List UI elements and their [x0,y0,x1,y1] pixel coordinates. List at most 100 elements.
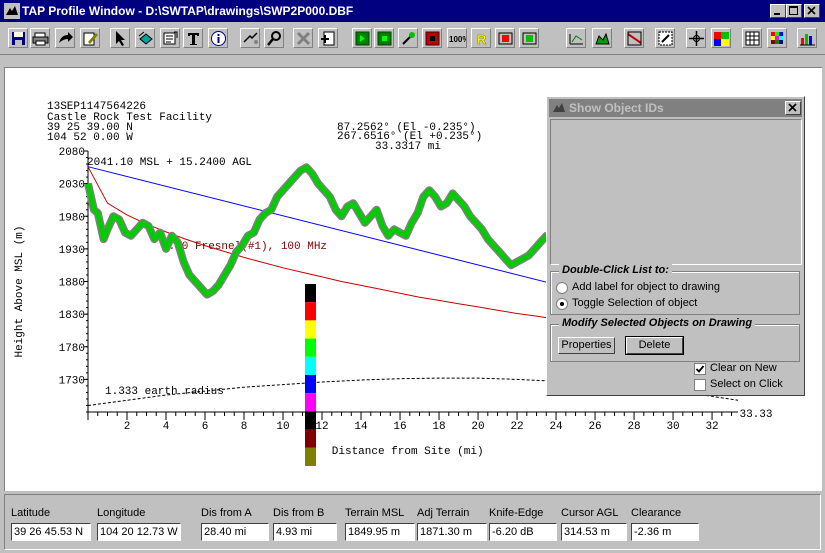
windows-tool-button[interactable] [711,28,731,48]
select-on-click-checkbox[interactable] [694,379,706,391]
pan-icon [689,31,704,46]
show-object-ids-dialog[interactable]: Show Object IDs Double-Click List to: Ad… [546,96,805,396]
r-tool-button[interactable]: R [471,28,491,48]
y-tick-label: 1980 [59,212,85,224]
status-field-label: Knife-Edge [489,507,544,519]
properties-button[interactable]: Properties [558,337,615,354]
x-tick-label: 22 [510,421,523,433]
ruler-tool-button[interactable] [566,28,586,48]
save-tool-button[interactable] [8,28,28,48]
x-axis-label: Distance from Site (mi) [332,446,484,458]
zoom-box-tool-button[interactable] [655,28,675,48]
clear-on-new-checkbox[interactable] [694,363,706,375]
delete-button[interactable]: Delete [625,336,684,355]
dialog-title: Show Object IDs [569,101,664,115]
red-stop-tool-button[interactable] [422,28,442,48]
red-film-icon [498,32,513,45]
export-icon [59,32,73,43]
layers-tool-button[interactable] [135,28,155,48]
text-tool-tool-button[interactable] [160,28,180,48]
measure-tool-button[interactable] [240,28,260,48]
color-grid-icon [771,32,783,44]
magic-wand-tool-button[interactable] [398,28,418,48]
edit-tool-button[interactable] [80,28,100,48]
modify-objects-group-label: Modify Selected Objects on Drawing [559,317,756,329]
x-tick-label: 2 [124,421,131,433]
status-field-value: -6.20 dB [489,523,557,541]
legend-color-swatch [305,338,316,357]
legend-color-swatch [305,356,316,375]
color-grid-tool-button[interactable] [767,28,787,48]
x-tick-label: 8 [241,421,248,433]
dialog-close-button[interactable] [785,101,801,115]
info-icon [211,31,226,46]
green-film-icon [522,32,537,45]
find-tool-button[interactable] [264,28,284,48]
terrain-icon [595,32,610,45]
windows-icon [714,32,729,46]
dialog-title-bar[interactable]: Show Object IDs [549,99,802,117]
add-label-radio[interactable] [556,282,568,294]
x-tick-label: 12 [315,421,328,433]
close-icon [788,103,797,112]
export-tool-button[interactable] [55,28,75,48]
x-tick-label: 4 [163,421,170,433]
checkmark-icon [695,365,705,373]
object-id-list[interactable] [550,119,802,265]
legend-color-swatch [305,375,316,394]
close-button[interactable] [804,4,820,18]
terrain-tool-button[interactable] [592,28,612,48]
info-tool-button[interactable] [208,28,228,48]
status-field-value: -2.36 m [631,523,699,541]
maximize-icon [789,6,798,15]
status-bar: Latitude 39 26 45.53 N Longitude 104 20 12.… [4,494,821,550]
status-field-value: 4.93 mi [273,523,337,541]
area-tool-button[interactable] [624,28,644,48]
status-field-label: Dis from A [201,507,252,519]
pointer-tool-button[interactable] [110,28,130,48]
status-field-value: 104 20 12.73 W [97,523,181,541]
add-tool-button[interactable] [318,28,338,48]
green-play-tool-button[interactable] [352,28,372,48]
pointer-icon [116,31,125,46]
r-icon: R [477,32,488,47]
legend-color-swatch [305,411,316,430]
pan-tool-button[interactable] [686,28,706,48]
y-tick-label: 1780 [59,343,85,355]
green-stop-tool-button[interactable] [374,28,394,48]
delete-tool-button[interactable] [293,28,313,48]
text-tool-button[interactable] [183,28,203,48]
find-icon [267,31,281,46]
toggle-selection-radio[interactable] [556,298,568,310]
modify-objects-group: Modify Selected Objects on Drawing Prope… [550,317,800,362]
text-icon [188,33,199,45]
clear-on-new-label: Clear on New [710,362,777,374]
status-field-label: Cursor AGL [561,507,619,519]
dialog-app-icon [553,103,565,112]
minimize-button[interactable] [770,4,786,18]
minimize-icon [774,13,780,15]
red-film-tool-button[interactable] [495,28,515,48]
chart-tool-button[interactable] [797,28,817,48]
layers-icon [138,31,153,45]
x-tick-label: 32 [705,421,718,433]
x-end-label: 33.33 [739,409,772,421]
zoom-100-tool-button[interactable]: 100% [447,28,467,48]
grid-tool-button[interactable] [742,28,762,48]
delete-icon [296,31,311,46]
x-tick-label: 14 [354,421,368,433]
toggle-selection-radio-label: Toggle Selection of object [572,297,698,309]
edit-icon [83,32,98,46]
x-tick-label: 26 [588,421,601,433]
magic-wand-icon [402,32,415,45]
maximize-button[interactable] [786,4,802,18]
title-bar[interactable]: TAP Profile Window - D:\SWTAP\drawings\S… [0,0,825,22]
x-tick-label: 18 [432,421,445,433]
status-field-value: 1871.30 m [417,523,487,541]
green-film-tool-button[interactable] [519,28,539,48]
print-tool-button[interactable] [30,28,50,48]
close-icon [807,6,816,15]
grid-icon [745,31,760,46]
y-tick-label: 1830 [59,310,85,322]
path-distance-text: 33.3317 mi [375,141,441,153]
